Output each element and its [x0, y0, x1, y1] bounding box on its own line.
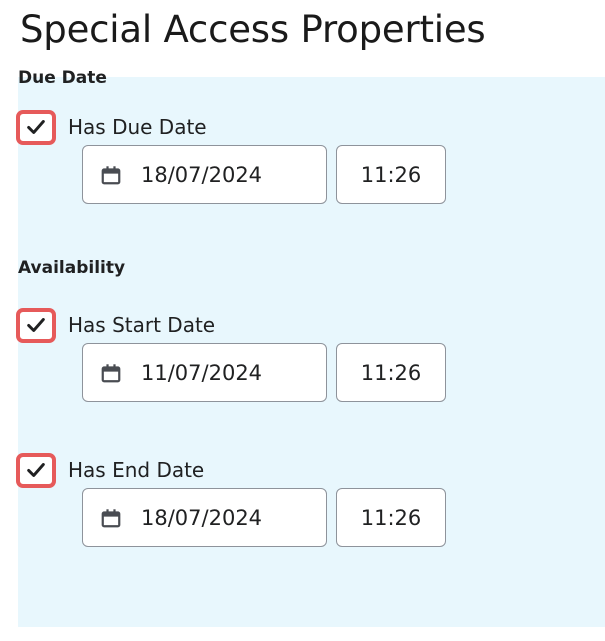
- calendar-icon: [100, 507, 122, 529]
- has-start-date-label[interactable]: Has Start Date: [68, 313, 215, 337]
- checkmark-icon: [27, 463, 45, 477]
- has-due-date-label[interactable]: Has Due Date: [68, 115, 207, 139]
- availability-section-label: Availability: [18, 258, 126, 278]
- due-time-input[interactable]: 11:26: [336, 145, 446, 204]
- has-start-date-row: Has Start Date: [16, 307, 215, 343]
- due-date-section-label: Due Date: [18, 68, 107, 88]
- due-date-value: 18/07/2024: [141, 162, 263, 187]
- start-date-value: 11/07/2024: [141, 360, 263, 385]
- page-title: Special Access Properties: [20, 8, 486, 51]
- has-end-date-checkbox[interactable]: [16, 452, 56, 488]
- calendar-icon: [100, 362, 122, 384]
- checkmark-icon: [27, 120, 45, 134]
- has-due-date-checkbox[interactable]: [16, 109, 56, 145]
- checkmark-icon: [27, 318, 45, 332]
- has-end-date-row: Has End Date: [16, 452, 204, 488]
- start-time-input[interactable]: 11:26: [336, 343, 446, 402]
- end-time-input[interactable]: 11:26: [336, 488, 446, 547]
- end-date-input[interactable]: 18/07/2024: [82, 488, 327, 547]
- start-date-input[interactable]: 11/07/2024: [82, 343, 327, 402]
- end-date-value: 18/07/2024: [141, 505, 263, 530]
- has-due-date-row: Has Due Date: [16, 109, 207, 145]
- due-date-input[interactable]: 18/07/2024: [82, 145, 327, 204]
- calendar-icon: [100, 164, 122, 186]
- has-end-date-label[interactable]: Has End Date: [68, 458, 204, 482]
- has-start-date-checkbox[interactable]: [16, 307, 56, 343]
